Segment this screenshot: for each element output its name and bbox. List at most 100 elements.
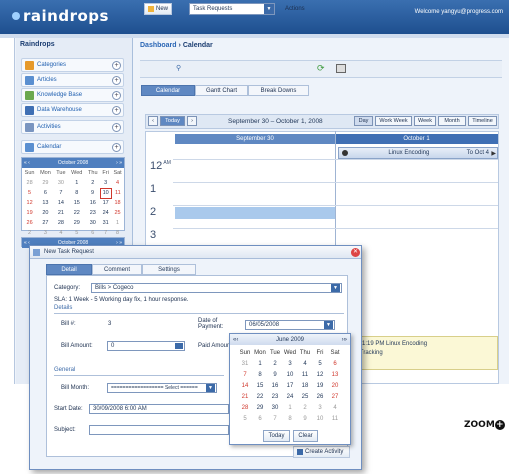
dp-day[interactable]: 11	[298, 369, 313, 380]
event-arrow-icon: ▶	[491, 150, 496, 157]
plus-icon[interactable]: +	[112, 60, 121, 70]
mini-prev-icon[interactable]: « ‹	[24, 160, 30, 166]
dp-day[interactable]: 20	[328, 380, 343, 391]
hour-line	[173, 159, 498, 160]
plus-icon[interactable]: +	[112, 122, 121, 132]
date-payment-label: Date of Payment:	[198, 318, 224, 330]
dp-day[interactable]: 7	[268, 413, 283, 424]
dp-day[interactable]: 31	[238, 358, 253, 369]
articles-icon	[25, 75, 34, 85]
dp-day[interactable]: 14	[238, 380, 253, 391]
dp-today-button[interactable]: Today	[263, 430, 290, 442]
plus-icon[interactable]: +	[112, 142, 121, 152]
new-button[interactable]: New	[144, 3, 172, 15]
dp-day[interactable]: 25	[298, 391, 313, 402]
tab-gantt-chart[interactable]: Gantt Chart	[195, 85, 248, 96]
view-work-week-button[interactable]: Work Week	[375, 116, 412, 126]
yellow-event[interactable]: M-1:19 PM Linux Encoding g Tracking	[340, 336, 498, 370]
dp-day[interactable]: 18	[298, 380, 313, 391]
dp-day[interactable]: 16	[268, 380, 283, 391]
dp-day[interactable]: 19	[313, 380, 328, 391]
dp-day[interactable]: 6	[253, 413, 268, 424]
dp-day[interactable]: 12	[313, 369, 328, 380]
dp-day[interactable]: 8	[283, 413, 298, 424]
view-week-button[interactable]: Week	[414, 116, 436, 126]
view-month-button[interactable]: Month	[438, 116, 466, 126]
dialog-tab-detail[interactable]: Detail	[46, 264, 92, 275]
create-activity-button[interactable]: Create Activity	[293, 446, 350, 458]
view-timeline-button[interactable]: Timeline	[468, 116, 497, 126]
print-icon[interactable]	[336, 64, 346, 73]
type-select[interactable]: Task Requests ▼	[189, 3, 275, 15]
dp-day[interactable]: 3	[313, 402, 328, 413]
subject-input[interactable]	[89, 425, 229, 435]
date-payment-input[interactable]: 06/05/2008 ▼	[245, 320, 335, 330]
sidebar-item-categories[interactable]: Categories +	[21, 58, 124, 72]
next-icon[interactable]: ›	[187, 116, 197, 126]
dp-day[interactable]: 1	[253, 358, 268, 369]
dp-day[interactable]: 23	[268, 391, 283, 402]
dp-day[interactable]: 10	[283, 369, 298, 380]
plus-icon[interactable]: +	[112, 90, 121, 100]
chevron-down-icon: ▼	[264, 4, 274, 14]
dp-day[interactable]: 2	[268, 358, 283, 369]
column-header-sep30: September 30	[175, 134, 335, 144]
dp-day[interactable]: 17	[283, 380, 298, 391]
sidebar-item-articles[interactable]: Articles +	[21, 73, 124, 87]
view-day-button[interactable]: Day	[354, 116, 373, 126]
dialog-tab-comment[interactable]: Comment	[92, 264, 142, 275]
tab-calendar[interactable]: Calendar	[141, 85, 195, 96]
dp-day[interactable]: 4	[298, 358, 313, 369]
actions-menu[interactable]: Actions	[282, 3, 311, 15]
bill-amount-input[interactable]: 0	[107, 341, 185, 351]
dp-day[interactable]: 27	[328, 391, 343, 402]
prev-icon[interactable]: ‹	[148, 116, 158, 126]
dp-day[interactable]: 8	[253, 369, 268, 380]
plus-icon[interactable]: +	[112, 105, 121, 115]
dp-day[interactable]: 13	[328, 369, 343, 380]
filter-icon[interactable]: ⚲	[176, 64, 181, 72]
dp-day[interactable]: 5	[313, 358, 328, 369]
dp-day[interactable]: 7	[238, 369, 253, 380]
hour-label: 1	[150, 183, 157, 195]
dp-clear-button[interactable]: Clear	[293, 430, 318, 442]
dp-day[interactable]: 21	[238, 391, 253, 402]
dp-day[interactable]: 1	[283, 402, 298, 413]
dp-day[interactable]: 28	[238, 402, 253, 413]
dp-day[interactable]: 6	[328, 358, 343, 369]
dp-day[interactable]: 9	[298, 413, 313, 424]
dp-day[interactable]: 29	[253, 402, 268, 413]
sidebar-item-data-warehouse[interactable]: Data Warehouse +	[21, 103, 124, 117]
sidebar-item-calendar[interactable]: Calendar +	[21, 140, 124, 154]
dp-day[interactable]: 5	[238, 413, 253, 424]
dialog-tab-settings[interactable]: Settings	[142, 264, 196, 275]
dp-day[interactable]: 26	[313, 391, 328, 402]
tab-break-downs[interactable]: Break Downs	[248, 85, 309, 96]
event-linux-encoding[interactable]: Linux Encoding To Oct 4 ▶	[338, 147, 498, 159]
sidebar-item-activities[interactable]: Activities +	[21, 120, 124, 134]
category-select[interactable]: Bills > Cogeco ▼	[91, 283, 342, 293]
paid-amount-label: Paid Amoun	[198, 343, 231, 349]
plus-icon[interactable]: +	[112, 75, 121, 85]
dp-day[interactable]: 15	[253, 380, 268, 391]
refresh-icon[interactable]: ⟳	[317, 63, 325, 74]
mini-next-icon[interactable]: › »	[116, 160, 122, 166]
dp-next-icon[interactable]: ›»	[342, 337, 347, 343]
start-date-input[interactable]: 30/09/2008 6:00 AM	[89, 404, 229, 414]
dp-day[interactable]: 2	[298, 402, 313, 413]
dp-day[interactable]: 10	[313, 413, 328, 424]
dp-prev-icon[interactable]: «‹	[233, 337, 238, 343]
dp-day[interactable]: 11	[328, 413, 343, 424]
today-button[interactable]: Today	[160, 116, 185, 126]
breadcrumb-dashboard[interactable]: Dashboard	[140, 42, 177, 49]
bill-month-select[interactable]: ================== Select ====== ▼	[107, 383, 217, 393]
dp-day[interactable]: 30	[268, 402, 283, 413]
dp-day[interactable]: 24	[283, 391, 298, 402]
dp-day[interactable]: 3	[283, 358, 298, 369]
dp-day[interactable]: 9	[268, 369, 283, 380]
dp-day[interactable]: 22	[253, 391, 268, 402]
close-icon[interactable]: ✕	[351, 248, 360, 257]
selected-slot[interactable]	[175, 207, 335, 219]
sidebar-item-knowledge-base[interactable]: Knowledge Base +	[21, 88, 124, 102]
dp-day[interactable]: 4	[328, 402, 343, 413]
